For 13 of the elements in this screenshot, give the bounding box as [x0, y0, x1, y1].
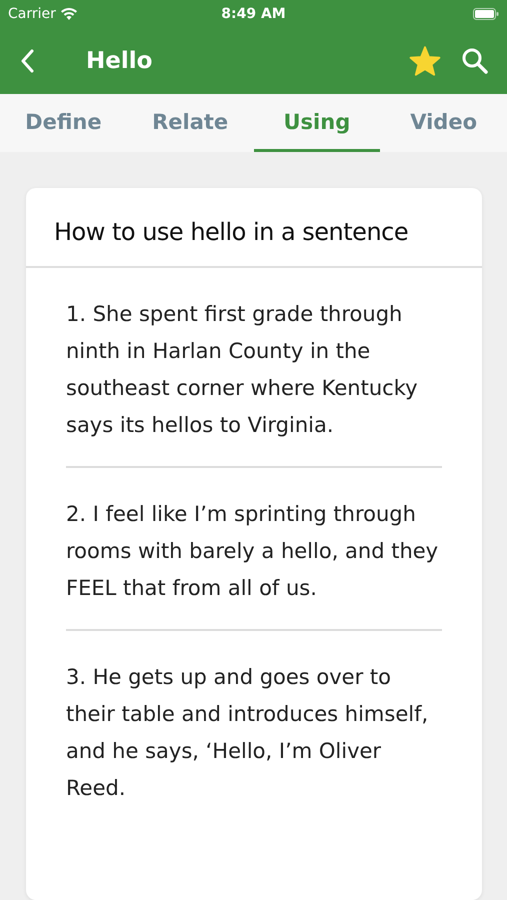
example-sentence: 3. He gets up and goes over to their table and introduces himself, and he says, ‘Hello, I’m Oliver Reed.: [66, 664, 430, 802]
carrier-label: Carrier: [8, 6, 56, 22]
tab[interactable]: Relate: [127, 94, 254, 152]
tab[interactable]: Define: [0, 94, 126, 152]
battery-icon: [473, 8, 499, 20]
wifi-icon: [60, 8, 77, 20]
status-time: 8:49 AM: [221, 6, 286, 22]
tab[interactable]: Video: [380, 94, 507, 152]
card-title: How to use hello in a sentence: [26, 188, 482, 268]
example-sentence: 2. I feel like I’m sprinting through rooms with barely a hello, and they FEEL that from all of us.: [66, 468, 442, 631]
screen-title: Hello: [86, 48, 154, 74]
tab[interactable]: Using: [254, 94, 380, 152]
example-sentence: 1. She spent first grade through ninth in Harlan County in the southeast corner where Kentucky says its hellos to Virginia.: [66, 268, 442, 468]
